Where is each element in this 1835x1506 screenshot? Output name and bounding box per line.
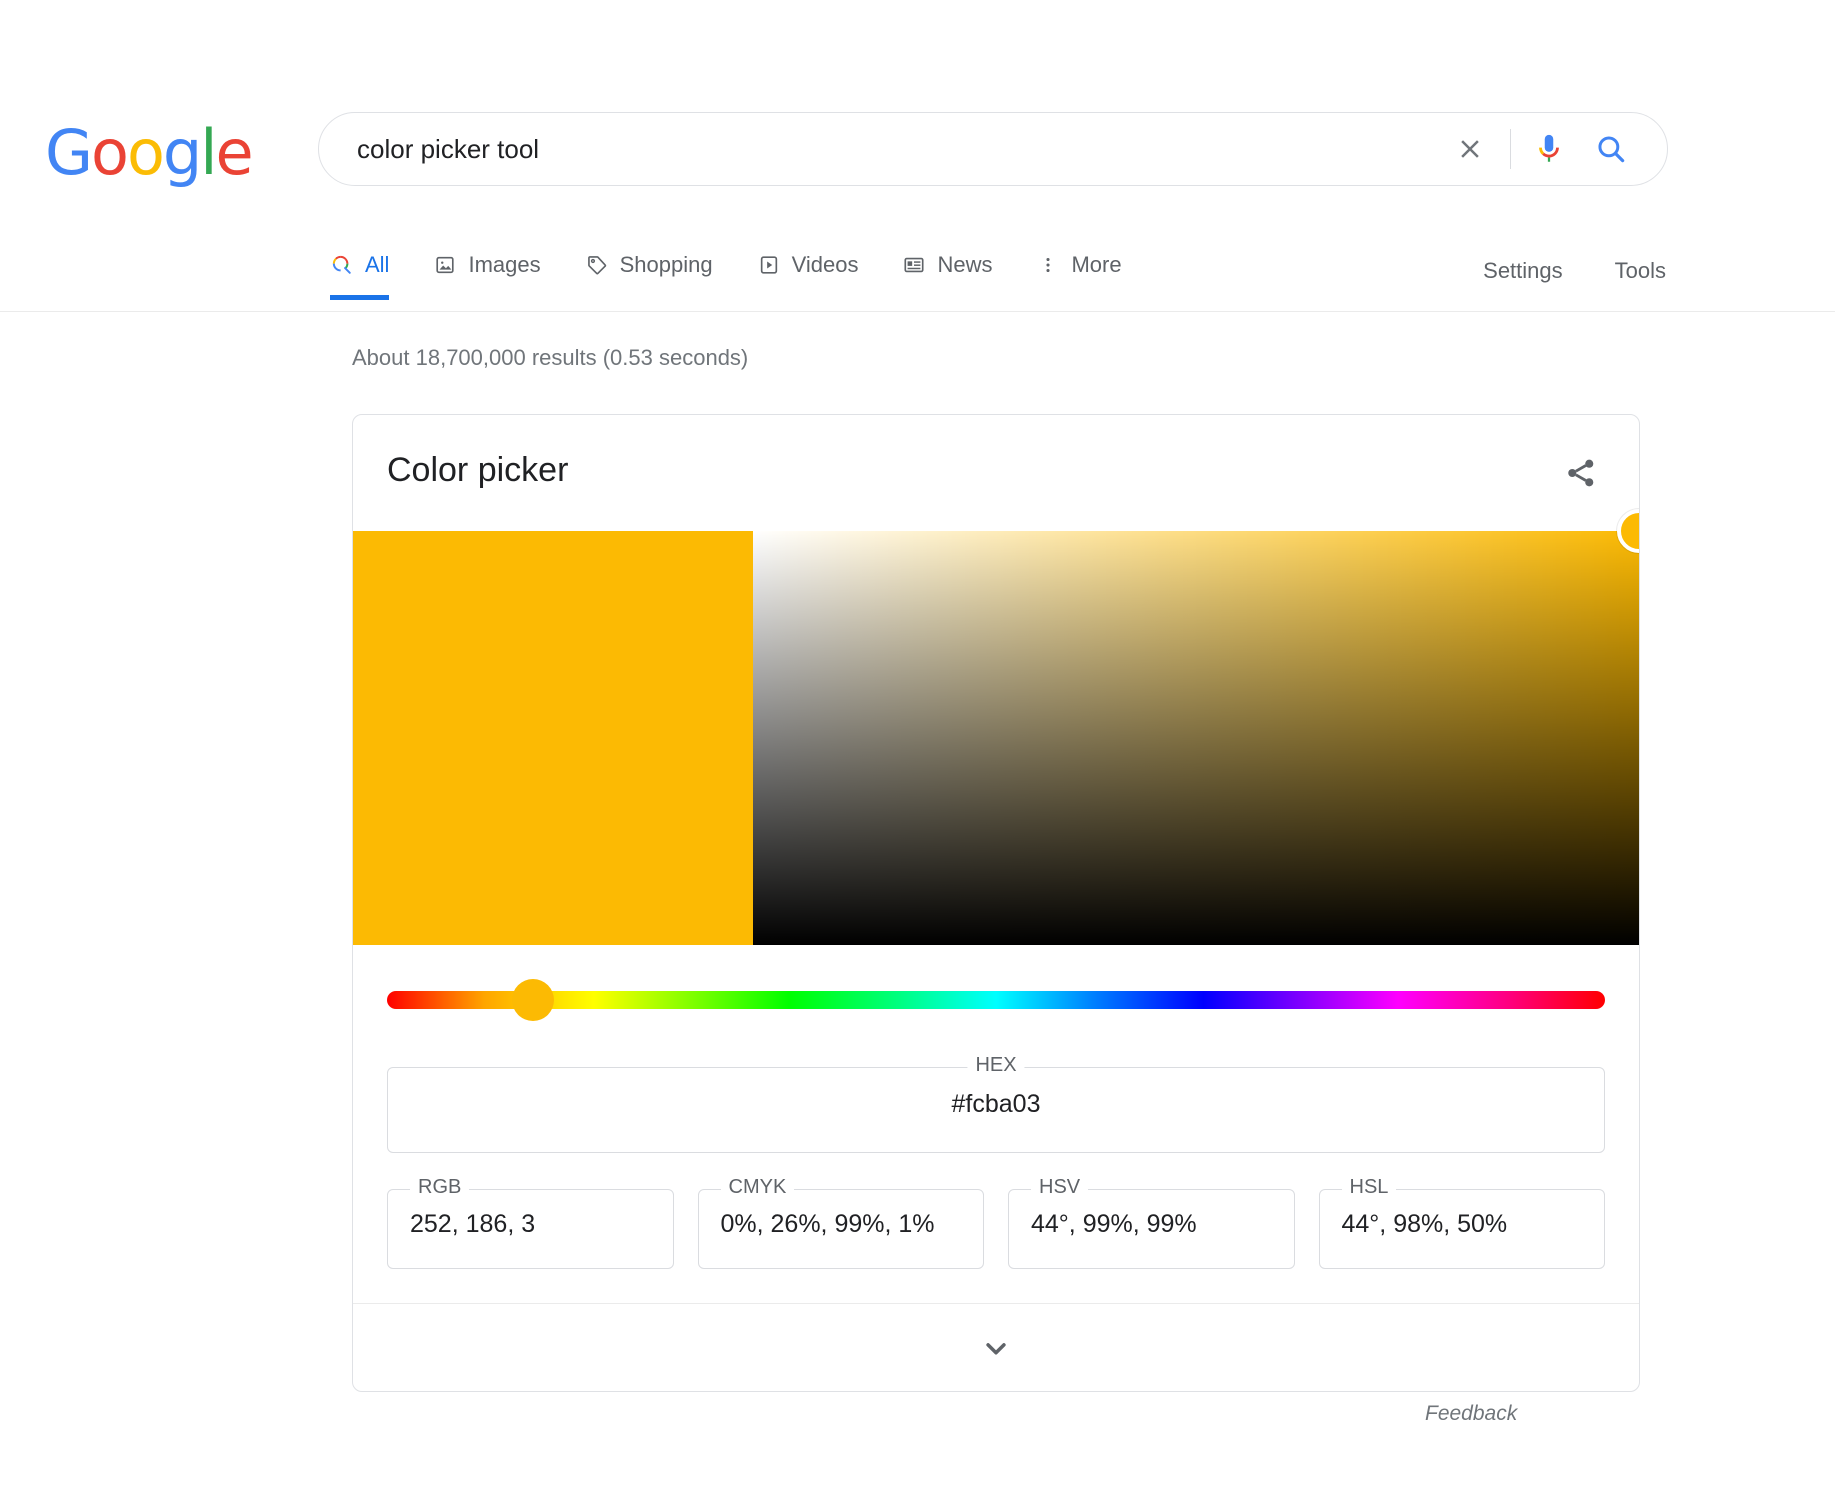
hsv-field[interactable]: HSV 44°, 99%, 99% <box>1008 1177 1295 1269</box>
tab-all-label: All <box>365 252 390 277</box>
rgb-field-label: RGB <box>410 1177 470 1197</box>
tab-all[interactable]: All <box>330 238 390 300</box>
tab-news-label: News <box>937 252 993 277</box>
tab-shopping-label: Shopping <box>619 252 713 277</box>
cmyk-field-value: 0%, 26%, 99%, 1% <box>720 1210 935 1238</box>
tools-button[interactable]: Tools <box>1613 252 1668 290</box>
logo-letter-g: g <box>162 116 202 189</box>
color-value-row: RGB 252, 186, 3 CMYK 0%, 26%, 99%, 1% HS… <box>387 1177 1605 1269</box>
video-icon <box>757 253 781 277</box>
logo-letter-l: l <box>200 116 217 189</box>
page-title: Color picker <box>387 451 569 489</box>
logo-letter-G: G <box>45 116 93 189</box>
google-logo[interactable]: Google <box>45 122 254 184</box>
selected-color-swatch <box>353 531 753 945</box>
search-bar[interactable] <box>318 112 1668 186</box>
search-submit-icon[interactable] <box>1583 121 1639 177</box>
rgb-field-value: 252, 186, 3 <box>410 1210 536 1238</box>
color-picker-card: Color picker HEX #fcba03 RGB 252, 186, 3… <box>352 414 1640 1392</box>
news-icon <box>902 253 926 277</box>
hue-slider-thumb[interactable] <box>512 979 555 1021</box>
tab-images[interactable]: Images <box>433 238 541 300</box>
close-icon[interactable] <box>1444 123 1496 175</box>
logo-letter-o1: o <box>91 116 129 189</box>
microphone-icon[interactable] <box>1525 125 1573 173</box>
feedback-link[interactable]: Feedback <box>1425 1402 1517 1426</box>
search-divider <box>1510 129 1511 169</box>
search-icon <box>330 253 354 277</box>
tab-videos-label: Videos <box>791 252 859 277</box>
result-stats: About 18,700,000 results (0.53 seconds) <box>352 345 749 370</box>
rgb-field[interactable]: RGB 252, 186, 3 <box>387 1177 674 1269</box>
saturation-value-field[interactable] <box>753 509 1639 945</box>
color-value-fields: HEX #fcba03 RGB 252, 186, 3 CMYK 0%, 26%… <box>353 1055 1639 1269</box>
hsl-field-value: 44°, 98%, 50% <box>1341 1210 1508 1238</box>
hsv-field-label: HSV <box>1031 1177 1089 1197</box>
search-tabs: All Images Shopping Videos News More <box>330 238 1166 300</box>
tab-more-label: More <box>1071 252 1122 277</box>
hue-slider-track[interactable] <box>387 991 1605 1009</box>
share-icon[interactable] <box>1557 449 1605 497</box>
image-icon <box>433 253 457 277</box>
hsl-field[interactable]: HSL 44°, 98%, 50% <box>1318 1177 1605 1269</box>
search-nav-bar: All Images Shopping Videos News More Set… <box>0 238 1835 312</box>
tab-shopping[interactable]: Shopping <box>585 238 713 300</box>
more-vert-icon <box>1036 253 1060 277</box>
search-nav-right: Settings Tools <box>1481 252 1668 290</box>
tab-images-label: Images <box>468 252 541 277</box>
black-gradient-layer <box>753 531 1639 945</box>
cmyk-field[interactable]: CMYK 0%, 26%, 99%, 1% <box>697 1177 984 1269</box>
logo-letter-o2: o <box>126 116 165 189</box>
hsv-field-value: 44°, 99%, 99% <box>1031 1210 1197 1238</box>
hex-field-label: HEX <box>967 1055 1025 1075</box>
tab-more[interactable]: More <box>1036 238 1122 300</box>
card-header: Color picker <box>353 415 1639 531</box>
cmyk-field-label: CMYK <box>720 1177 795 1197</box>
color-preview-area <box>353 509 1639 945</box>
settings-button[interactable]: Settings <box>1481 252 1565 290</box>
expand-button[interactable] <box>353 1303 1639 1391</box>
hex-field[interactable]: HEX #fcba03 <box>387 1055 1605 1153</box>
tab-news[interactable]: News <box>902 238 992 300</box>
logo-letter-e: e <box>215 116 254 189</box>
hsl-field-label: HSL <box>1341 1177 1397 1197</box>
page-header: Google color picker tool All Images Shop… <box>0 0 1835 312</box>
search-input[interactable] <box>319 133 1444 165</box>
tag-icon <box>585 253 609 277</box>
hue-slider[interactable] <box>353 945 1639 1055</box>
chevron-down-icon <box>986 1342 1006 1354</box>
hex-field-value: #fcba03 <box>951 1090 1041 1118</box>
tab-videos[interactable]: Videos <box>757 238 859 300</box>
